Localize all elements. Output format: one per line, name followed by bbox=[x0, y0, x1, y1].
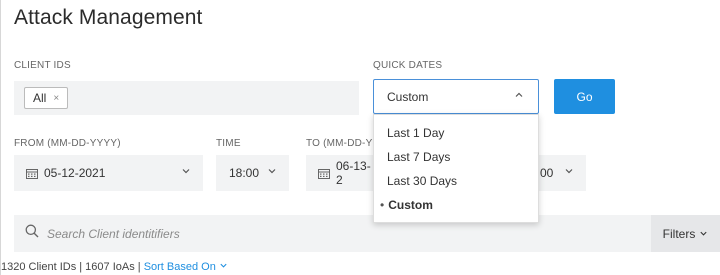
left-border bbox=[0, 0, 1, 275]
sort-label: Sort Based On bbox=[143, 261, 216, 273]
client-ids-input[interactable]: All × bbox=[14, 81, 359, 115]
time-from-value: 18:00 bbox=[229, 166, 260, 180]
chevron-down-icon bbox=[564, 166, 574, 179]
quick-date-option[interactable]: Last 30 Days bbox=[374, 170, 538, 194]
quick-date-option[interactable]: Last 7 Days bbox=[374, 146, 538, 170]
from-date-label: FROM (MM-DD-YYYY) bbox=[14, 138, 121, 149]
filters-button[interactable]: Filters bbox=[651, 215, 720, 252]
sort-based-on-link[interactable]: Sort Based On bbox=[144, 261, 228, 273]
calendar-icon bbox=[26, 168, 38, 179]
close-icon[interactable]: × bbox=[53, 93, 59, 104]
chevron-down-icon bbox=[181, 166, 191, 179]
calendar-icon bbox=[318, 168, 330, 179]
quick-dates-dropdown: Last 1 Day Last 7 Days Last 30 Days • Cus… bbox=[373, 114, 539, 223]
time-from-select[interactable]: 18:00 bbox=[216, 155, 289, 191]
results-summary: 1320 Client IDs | 1607 IoAs | Sort Based… bbox=[1, 261, 228, 273]
quick-dates-label: QUICK DATES bbox=[373, 60, 443, 71]
from-date-value: 05-12-2021 bbox=[44, 166, 106, 180]
quick-dates-value: Custom bbox=[387, 89, 429, 104]
page-title: Attack Management bbox=[14, 6, 203, 29]
filters-label: Filters bbox=[662, 226, 696, 241]
client-ids-label: CLIENT IDS bbox=[14, 60, 71, 71]
chevron-down-icon bbox=[699, 227, 708, 241]
chevron-down-icon bbox=[267, 166, 277, 179]
search-input[interactable] bbox=[47, 226, 607, 241]
quick-date-option-label: Custom bbox=[388, 198, 433, 212]
quick-date-option-selected[interactable]: • Custom bbox=[374, 194, 538, 218]
from-date-field[interactable]: 05-12-2021 bbox=[14, 155, 203, 191]
client-chip-all: All × bbox=[24, 87, 69, 109]
to-date-value: 06-13-2 bbox=[336, 159, 371, 187]
client-chip-label: All bbox=[33, 91, 47, 105]
time-to-value: 00 bbox=[540, 166, 554, 180]
chevron-down-icon bbox=[220, 263, 227, 268]
summary-counts: 1320 Client IDs | 1607 IoAs | bbox=[1, 261, 144, 273]
quick-dates-select[interactable]: Custom bbox=[373, 79, 539, 114]
selected-bullet: • bbox=[380, 198, 385, 212]
to-date-field[interactable]: 06-13-2 bbox=[306, 155, 373, 191]
go-button[interactable]: Go bbox=[554, 79, 615, 114]
to-date-label: TO (MM-DD-Y bbox=[306, 138, 373, 149]
time-from-label: TIME bbox=[216, 138, 241, 149]
search-bar bbox=[14, 215, 651, 252]
search-icon bbox=[25, 224, 39, 243]
chevron-up-icon bbox=[514, 90, 524, 103]
quick-date-option[interactable]: Last 1 Day bbox=[374, 122, 538, 146]
